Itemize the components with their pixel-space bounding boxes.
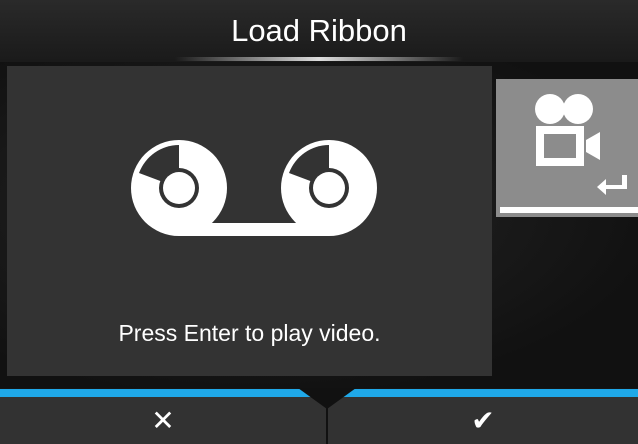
page-title: Load Ribbon (231, 13, 407, 48)
checkmark-icon: ✔ (471, 405, 495, 436)
title-underline (175, 57, 463, 61)
play-video-button-underline (500, 207, 638, 213)
instruction-message: Press Enter to play video. (118, 320, 381, 346)
enter-return-icon (597, 175, 627, 195)
close-icon: ✕ (151, 405, 175, 436)
video-camera-icon (535, 94, 600, 166)
cancel-button[interactable]: ✕ (0, 397, 326, 444)
selection-pointer-icon (298, 388, 356, 409)
ribbon-rolls-icon (131, 140, 377, 236)
confirm-button[interactable]: ✔ (328, 397, 638, 444)
